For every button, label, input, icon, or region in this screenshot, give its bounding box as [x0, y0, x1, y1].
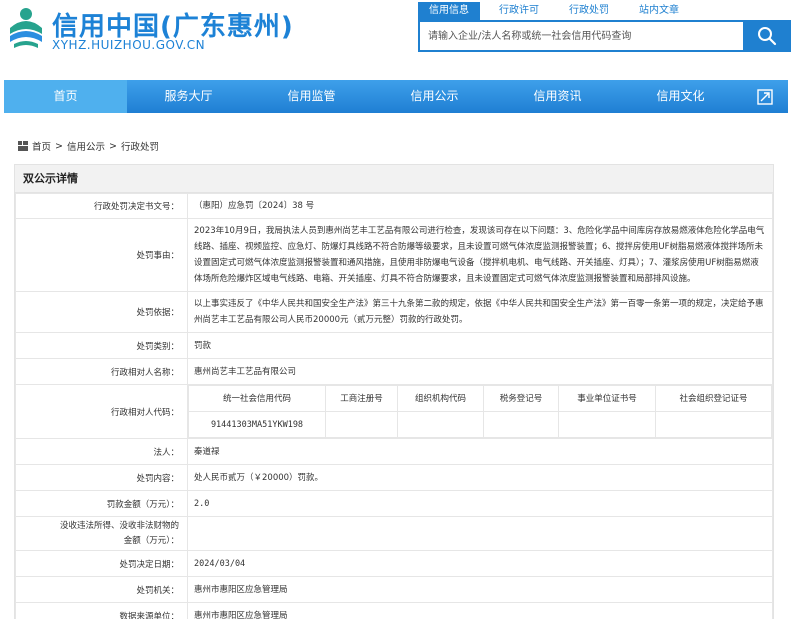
- code-value: [558, 411, 656, 438]
- amount-value: 2.0: [187, 490, 773, 517]
- code-cell: 统一社会信用代码 工商注册号 组织机构代码 税务登记号 事业单位证书号 社会组织…: [187, 384, 773, 439]
- nav-item-credit-supervision[interactable]: 信用监管: [250, 80, 373, 113]
- source-label: 数据来源单位：: [15, 602, 188, 619]
- nav-item-credit-culture[interactable]: 信用文化: [619, 80, 742, 113]
- code-table: 统一社会信用代码 工商注册号 组织机构代码 税务登记号 事业单位证书号 社会组织…: [188, 385, 772, 438]
- search-icon: [758, 27, 777, 46]
- detail-panel: 双公示详情 行政处罚决定书文号： （惠阳）应急罚〔2024〕38 号 处罚事由：…: [14, 164, 774, 619]
- code-header: 统一社会信用代码: [188, 385, 326, 412]
- code-value: [655, 411, 772, 438]
- breadcrumb-home-icon: [18, 141, 28, 151]
- amount-label: 罚款金额（万元）：: [15, 490, 188, 517]
- breadcrumb-admin-penalty: 行政处罚: [120, 142, 159, 153]
- main-nav: 首页 服务大厅 信用监管 信用公示 信用资讯 信用文化: [4, 80, 788, 113]
- tab-credit-info[interactable]: 信用信息: [418, 2, 480, 20]
- code-header: 事业单位证书号: [558, 385, 656, 412]
- basis-value: 以上事实违反了《中华人民共和国安全生产法》第三十九条第二款的规定，依据《中华人民…: [187, 291, 773, 333]
- site-logo-icon[interactable]: [6, 4, 46, 54]
- agency-label: 处罚机关：: [15, 576, 188, 603]
- code-header: 税务登记号: [483, 385, 559, 412]
- code-header: 组织机构代码: [397, 385, 484, 412]
- type-label: 处罚类别：: [15, 332, 188, 359]
- basis-label: 处罚依据：: [15, 291, 188, 333]
- site-url: XYHZ.HUIZHOU.GOV.CN: [52, 38, 206, 52]
- nav-item-service-hall[interactable]: 服务大厅: [127, 80, 250, 113]
- tab-admin-penalty[interactable]: 行政处罚: [558, 2, 620, 20]
- code-value: [397, 411, 484, 438]
- breadcrumb-separator: >: [55, 140, 63, 152]
- date-label: 处罚决定日期：: [15, 550, 188, 577]
- code-value: 91441303MA51YKW198: [188, 411, 326, 438]
- nav-item-home[interactable]: 首页: [4, 80, 127, 113]
- code-value: [325, 411, 398, 438]
- legal-label: 法人：: [15, 438, 188, 465]
- expand-icon: [757, 88, 773, 105]
- breadcrumb-home[interactable]: 首页: [32, 139, 51, 153]
- party-label: 行政相对人名称：: [15, 358, 188, 385]
- tab-admin-license[interactable]: 行政许可: [488, 2, 550, 20]
- search-button[interactable]: [743, 20, 791, 52]
- search-tabs: 信用信息 行政许可 行政处罚 站内文章: [418, 2, 698, 20]
- nav-item-credit-news[interactable]: 信用资讯: [496, 80, 619, 113]
- date-value: 2024/03/04: [187, 550, 773, 577]
- breadcrumb: 首页 > 信用公示 > 行政处罚: [18, 139, 159, 153]
- content-label: 处罚内容：: [15, 464, 188, 491]
- legal-value: 秦道禄: [187, 438, 773, 465]
- panel-title: 双公示详情: [15, 165, 773, 193]
- reason-label: 处罚事由：: [15, 218, 188, 292]
- code-value: [483, 411, 559, 438]
- breadcrumb-credit-publicity[interactable]: 信用公示: [67, 139, 105, 153]
- content-value: 处人民币贰万（￥20000）罚款。: [187, 464, 773, 491]
- confiscate-value: [187, 516, 773, 551]
- doc-no-label: 行政处罚决定书文号：: [15, 193, 188, 219]
- breadcrumb-separator: >: [109, 140, 117, 152]
- nav-item-credit-publicity[interactable]: 信用公示: [373, 80, 496, 113]
- tab-site-articles[interactable]: 站内文章: [628, 2, 690, 20]
- search-box: [418, 20, 743, 52]
- party-value: 惠州尚艺丰工艺品有限公司: [187, 358, 773, 385]
- reason-value: 2023年10月9日，我局执法人员到惠州尚艺丰工艺品有限公司进行检查，发现该司存…: [187, 218, 773, 292]
- source-value: 惠州市惠阳区应急管理局: [187, 602, 773, 619]
- agency-value: 惠州市惠阳区应急管理局: [187, 576, 773, 603]
- search-input[interactable]: [420, 22, 743, 50]
- doc-no-value: （惠阳）应急罚〔2024〕38 号: [187, 193, 773, 219]
- expand-button[interactable]: [742, 80, 788, 113]
- detail-table: 行政处罚决定书文号： （惠阳）应急罚〔2024〕38 号 处罚事由： 2023年…: [15, 193, 773, 619]
- code-header: 工商注册号: [325, 385, 398, 412]
- type-value: 罚款: [187, 332, 773, 359]
- code-header: 社会组织登记证号: [655, 385, 772, 412]
- code-label: 行政相对人代码：: [15, 384, 188, 439]
- confiscate-label: 没收违法所得、没收非法财物的金额（万元）：: [15, 516, 188, 551]
